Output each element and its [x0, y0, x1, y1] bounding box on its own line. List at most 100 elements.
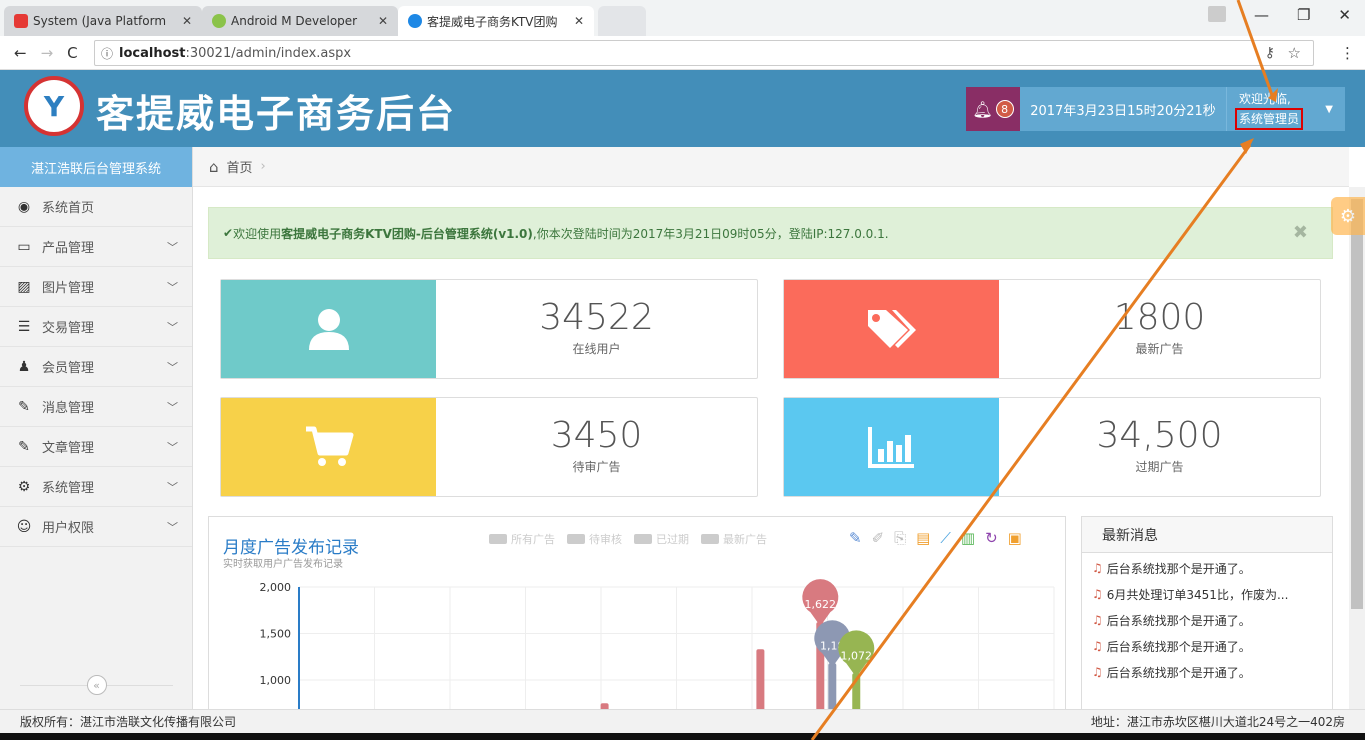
sidebar-item-3[interactable]: ☰ 交易管理 ﹀ [0, 307, 192, 347]
sidebar-item-6[interactable]: ✎ 文章管理 ﹀ [0, 427, 192, 467]
bar-chart-icon [867, 427, 914, 468]
bell-icon: ♫ [1092, 613, 1103, 627]
home-icon: ⌂ [209, 157, 219, 176]
news-item[interactable]: ♫ 后台系统找那个是开通了。 [1082, 659, 1332, 685]
sidebar-item-7[interactable]: ⚙ 系统管理 ﹀ [0, 467, 192, 507]
sidebar-item-label: 消息管理 [42, 401, 95, 416]
news-item[interactable]: ♫ 后台系统找那个是开通了。 [1082, 555, 1332, 581]
sidebar-item-label: 系统首页 [42, 201, 95, 216]
tab-label: System (Java Platform [33, 14, 167, 28]
sidebar-item-4[interactable]: ♟ 会员管理 ﹀ [0, 347, 192, 387]
alert-suffix: ,你本次登陆时间为2017年3月21日09时05分，登陆IP:127.0.0.1… [532, 226, 889, 241]
chevron-down-icon: ﹀ [167, 241, 178, 254]
legend-item[interactable]: 所有广告 [489, 531, 555, 547]
unmark-icon[interactable]: ✐ [872, 529, 885, 547]
scrollbar-thumb[interactable] [1351, 199, 1363, 609]
legend-item[interactable]: 最新广告 [701, 531, 767, 547]
chevron-down-icon: ﹀ [167, 321, 178, 334]
refresh-icon[interactable]: ↻ [985, 529, 998, 547]
close-icon[interactable]: ✕ [1338, 6, 1351, 24]
breadcrumb-home[interactable]: 首页 [227, 157, 253, 176]
bar-chart-toggle-icon[interactable]: ▥ [961, 529, 975, 547]
user-icon [308, 309, 349, 350]
forward-icon[interactable]: → [41, 44, 54, 62]
sidebar-heading: 湛江浩联后台管理系统 [0, 147, 192, 187]
data-view-icon[interactable]: ▤ [916, 529, 930, 547]
menu-icon[interactable]: ⋮ [1340, 44, 1355, 62]
stat-expired-ads: 34,500 过期广告 [783, 397, 1321, 497]
close-icon[interactable]: ✖ [1293, 222, 1308, 243]
key-icon[interactable]: ⚷ [1265, 45, 1275, 61]
legend-item[interactable]: 待审核 [567, 531, 622, 547]
legend-item[interactable]: 已过期 [634, 531, 689, 547]
settings-gear-icon[interactable]: ⚙ [1331, 197, 1365, 235]
back-icon[interactable]: ← [14, 44, 27, 62]
sidebar: 湛江浩联后台管理系统 ◉ 系统首页 ▭ 产品管理 ﹀ ▨ 图片管理 ﹀ ☰ 交易管理 ﹀ ♟ 会员管理 ﹀… [0, 147, 193, 709]
notification-badge: 8 [995, 100, 1014, 118]
tab-favicon-icon [408, 14, 422, 28]
reload-icon[interactable]: C [67, 44, 77, 62]
tab-close-icon[interactable]: ✕ [574, 14, 584, 28]
browser-tab-1[interactable]: System (Java Platform ✕ [4, 6, 202, 36]
new-tab-button[interactable] [598, 6, 646, 36]
stat-label: 待审广告 [572, 460, 621, 474]
clear-icon[interactable]: ⎘ [894, 529, 906, 547]
bar [852, 673, 861, 709]
browser-tab-bar: System (Java Platform ✕ Android M Develo… [0, 0, 1365, 36]
sidebar-collapse-button[interactable]: « [0, 670, 193, 700]
url-field[interactable]: ⓘ localhost:30021/admin/index.aspx ⚷ ☆ [94, 40, 1314, 66]
stat-icon-box [221, 280, 436, 378]
check-icon: ✔ [223, 226, 234, 240]
chevron-down-icon: ﹀ [167, 521, 178, 534]
user-profile-icon[interactable] [1207, 6, 1226, 22]
notifications-button[interactable]: 🔔︎ 8 [966, 87, 1020, 131]
cogs-icon: ⚙ [17, 478, 31, 495]
stat-icon-box [784, 280, 999, 378]
stat-label: 最新广告 [1135, 342, 1184, 356]
sidebar-item-8[interactable]: ☺ 用户权限 ﹀ [0, 507, 192, 547]
bell-icon: ♫ [1092, 665, 1103, 679]
bell-icon: ♫ [1092, 561, 1103, 575]
save-icon[interactable]: ▣ [1008, 529, 1022, 547]
user-role: 系统管理员 [1235, 108, 1304, 130]
tab-close-icon[interactable]: ✕ [378, 14, 388, 28]
y-tick-label: 1,500 [260, 628, 292, 641]
page-scrollbar[interactable] [1349, 187, 1365, 709]
edit-icon: ✎ [18, 438, 30, 455]
browser-tab-3[interactable]: 客提威电子商务KTV团购 ✕ [398, 6, 594, 36]
user-menu[interactable]: 欢迎光临, 系统管理员 ▼ [1226, 87, 1345, 131]
chevron-down-icon: ﹀ [167, 361, 178, 374]
cart-icon [305, 426, 353, 466]
alert-prefix: 欢迎使用 [233, 226, 282, 241]
sidebar-item-label: 用户权限 [42, 521, 95, 536]
url-path: :30021/admin/index.aspx [185, 45, 352, 61]
minimize-icon[interactable]: — [1254, 6, 1269, 24]
news-text: 后台系统找那个是开通了。 [1106, 639, 1251, 654]
chevron-down-icon: ﹀ [167, 481, 178, 494]
news-item[interactable]: ♫ 后台系统找那个是开通了。 [1082, 633, 1332, 659]
tab-close-icon[interactable]: ✕ [182, 14, 192, 28]
sidebar-item-0[interactable]: ◉ 系统首页 [0, 187, 192, 227]
os-taskbar [0, 733, 1365, 740]
monitor-icon: ▭ [17, 238, 31, 255]
y-tick-label: 2,000 [260, 581, 292, 594]
stat-icon-box [221, 398, 436, 496]
line-chart-icon[interactable]: ⟋ [940, 529, 951, 547]
chevron-down-icon: ﹀ [167, 401, 178, 414]
sidebar-item-2[interactable]: ▨ 图片管理 ﹀ [0, 267, 192, 307]
data-label: 1,072 [841, 649, 873, 662]
sidebar-item-5[interactable]: ✎ 消息管理 ﹀ [0, 387, 192, 427]
news-item[interactable]: ♫ 后台系统找那个是开通了。 [1082, 607, 1332, 633]
star-icon[interactable]: ☆ [1288, 44, 1301, 62]
browser-tab-2[interactable]: Android M Developer ✕ [202, 6, 398, 36]
users-icon: ☺ [16, 518, 32, 535]
stat-label: 过期广告 [1135, 460, 1184, 474]
maximize-icon[interactable]: ❐ [1297, 6, 1310, 24]
sidebar-item-1[interactable]: ▭ 产品管理 ﹀ [0, 227, 192, 267]
picture-icon: ▨ [17, 278, 31, 295]
tab-favicon-icon [14, 14, 28, 28]
news-item[interactable]: ♫ 6月共处理订单3451比，作废为... [1082, 581, 1332, 607]
news-text: 后台系统找那个是开通了。 [1106, 561, 1251, 576]
footer-address: 地址：湛江市赤坎区椹川大道北24号之一402房 [1090, 715, 1345, 729]
mark-icon[interactable]: ✎ [849, 529, 862, 547]
